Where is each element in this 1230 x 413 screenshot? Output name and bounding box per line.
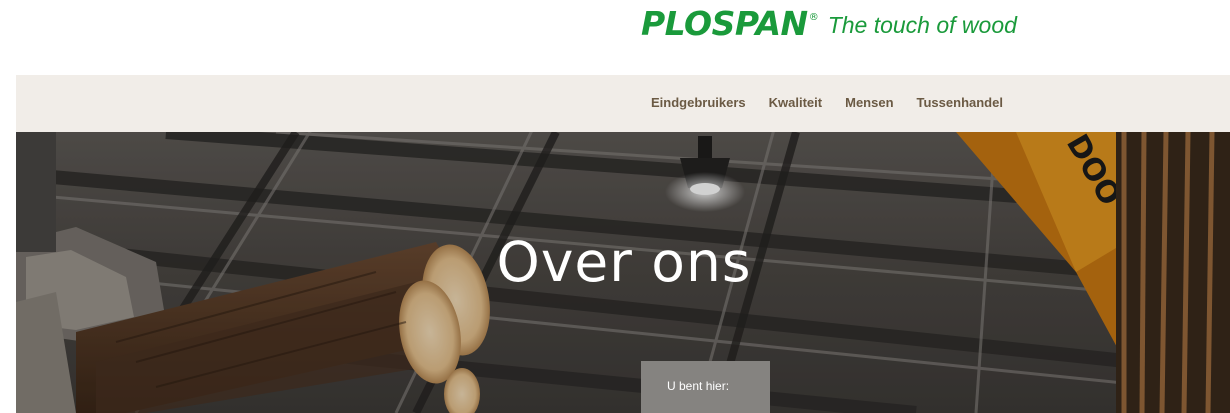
- breadcrumb: U bent hier:: [641, 361, 770, 413]
- main-navigation-bar: Eindgebruikers Kwaliteit Mensen Tussenha…: [16, 75, 1230, 132]
- brand-logo[interactable]: PLOSPAN® The touch of wood: [641, 4, 1017, 43]
- nav-item-eindgebruikers[interactable]: Eindgebruikers: [651, 95, 746, 110]
- hero-banner: DOO Over ons U bent hier:: [16, 132, 1230, 413]
- page-title: Over ons: [496, 230, 752, 294]
- header-logo-bar: PLOSPAN® The touch of wood: [0, 0, 1230, 75]
- nav-item-kwaliteit[interactable]: Kwaliteit: [769, 95, 822, 110]
- nav-item-tussenhandel[interactable]: Tussenhandel: [917, 95, 1003, 110]
- main-navigation: Eindgebruikers Kwaliteit Mensen Tussenha…: [651, 95, 1003, 110]
- breadcrumb-label: U bent hier:: [667, 379, 730, 393]
- brand-tagline: The touch of wood: [827, 12, 1017, 38]
- registered-mark: ®: [808, 12, 819, 23]
- brand-name: PLOSPAN: [641, 4, 808, 43]
- nav-item-mensen[interactable]: Mensen: [845, 95, 893, 110]
